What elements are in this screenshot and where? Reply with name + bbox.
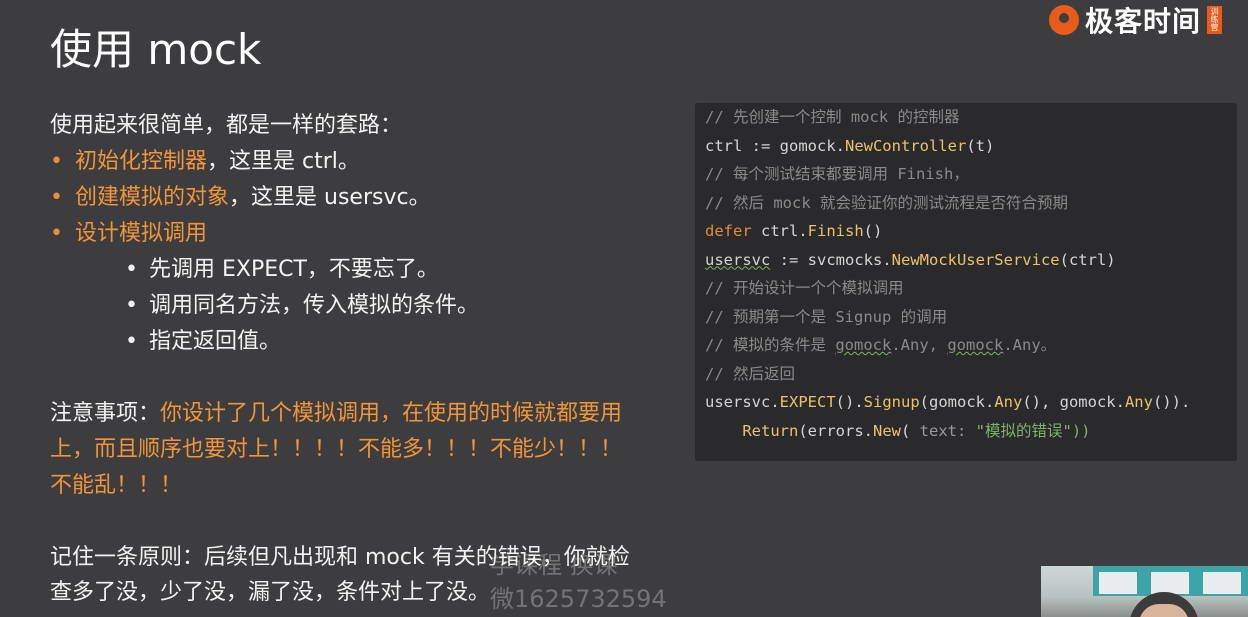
step-detail: ，这里是 usersvc。 — [229, 185, 431, 210]
watermark-line: 微16257325​94 — [490, 585, 667, 613]
code-line: // 先创建一个控制 mock 的控制器 — [705, 108, 960, 126]
webcam-overlay — [1041, 566, 1248, 617]
logo-tag: 训练营 — [1207, 6, 1222, 34]
brand-logo: 极客时间 训练营 — [1048, 0, 1222, 40]
step-label: 初始化控制器 — [75, 149, 208, 174]
code-line: ctrl := gomock.NewController(t) — [705, 136, 995, 155]
code-line: usersvc.EXPECT().Signup(gomock.Any(), go… — [705, 393, 1191, 411]
step-detail: ，这里是 ctrl。 — [207, 149, 360, 174]
step-label: 设计模拟调用 — [75, 221, 208, 246]
code-line: usersvc := svcmocks.NewMockUserService(c… — [705, 250, 1116, 269]
code-line: // 预期第一个是 Signup 的调用 — [705, 307, 948, 326]
watermark-text: 学课程 换课 微16257325​94 — [490, 548, 667, 616]
steps-list: 初始化控制器，这里是 ctrl。 创建模拟的对象，这里是 usersvc。 设计… — [50, 144, 630, 360]
logo-icon — [1048, 5, 1079, 35]
step-item: 创建模拟的对象，这里是 usersvc。 — [50, 180, 630, 216]
sub-steps-list: 先调用 EXPECT，不要忘了。 调用同名方法，传入模拟的条件。 指定返回值。 — [75, 252, 630, 360]
intro-text: 使用起来很简单，都是一样的套路： — [50, 113, 403, 138]
step-label: 创建模拟的对象 — [75, 185, 230, 210]
code-line: // 然后返回 — [705, 364, 795, 383]
code-block: // 先创建一个控制 mock 的控制器 ctrl := gomock.NewC… — [695, 103, 1237, 461]
slide-title: 使用 mock — [50, 25, 262, 74]
bookshelf — [1093, 566, 1248, 596]
sub-step-item: 先调用 EXPECT，不要忘了。 — [125, 252, 630, 288]
step-item: 设计模拟调用 先调用 EXPECT，不要忘了。 调用同名方法，传入模拟的条件。 … — [50, 216, 630, 360]
watermark-line: 学课程 换课 — [490, 551, 618, 579]
sub-step-item: 指定返回值。 — [125, 324, 630, 360]
code-line: defer ctrl.Finish() — [705, 222, 883, 240]
code-line: // 开始设计一个个模拟调用 — [705, 279, 904, 297]
sub-step-item: 调用同名方法，传入模拟的条件。 — [125, 288, 630, 324]
code-line: Return(errors.New( text: "模拟的错误")) — [742, 421, 1091, 440]
intro-section: 使用起来很简单，都是一样的套路： 初始化控制器，这里是 ctrl。 创建模拟的对… — [50, 108, 630, 360]
code-line: // 然后 mock 就会验证你的测试流程是否符合预期 — [705, 193, 1068, 212]
code-line: // 模拟的条件是 gomock.Any, gomock.Any。 — [705, 336, 1057, 354]
notice-paragraph: 注意事项：你设计了几个模拟调用，在使用的时候就都要用上，而且顺序也要对上！！！！… — [50, 396, 630, 504]
notice-label: 注意事项： — [50, 401, 161, 426]
code-line: // 每个测试结束都要调用 Finish， — [705, 165, 969, 183]
step-item: 初始化控制器，这里是 ctrl。 — [50, 144, 630, 180]
logo-text: 极客时间 — [1084, 5, 1201, 38]
